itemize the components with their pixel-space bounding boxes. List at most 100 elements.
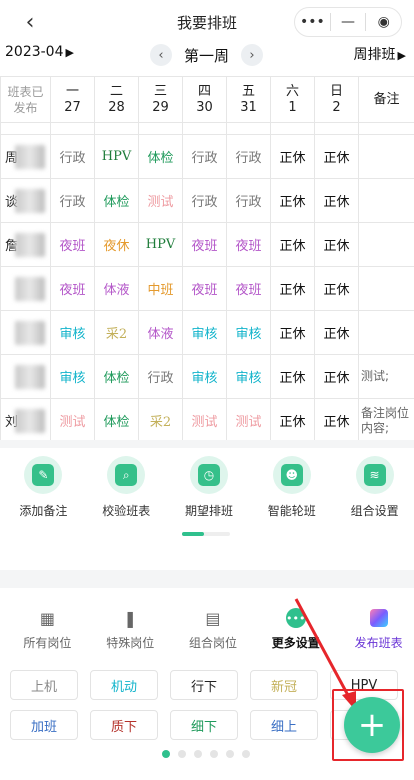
shift-cell[interactable]: 采2 [94,310,139,355]
category-tab-ticket[interactable]: ▤ 组合岗位 [178,608,249,652]
shift-cell[interactable]: 正休 [270,134,315,179]
shift-cell[interactable]: 夜休 [94,222,139,267]
shift-cell[interactable]: 正休 [314,134,359,179]
category-tab-bookmark[interactable]: ❚ 特殊岗位 [95,608,166,652]
shift-cell[interactable]: 行政 [182,134,227,179]
shift-cell[interactable]: 行政 [50,178,95,223]
shift-cell[interactable]: 正休 [270,222,315,267]
minimize-icon[interactable]: — [331,8,366,36]
shift-cell[interactable]: 测试 [226,398,271,443]
shift-chip[interactable]: 行下 [170,670,238,700]
shift-cell[interactable]: 正休 [270,310,315,355]
shift-cell[interactable]: 体检 [138,134,183,179]
shift-cell[interactable]: 行政 [226,134,271,179]
note-cell[interactable]: 测试; [358,354,414,399]
page-dot[interactable] [226,750,234,758]
shift-cell[interactable]: 审核 [182,354,227,399]
shift-cell[interactable]: 行政 [182,178,227,223]
shift-cell[interactable]: 正休 [270,178,315,223]
add-fab-button[interactable]: + [344,697,400,753]
shift-cell[interactable]: 体液 [94,266,139,311]
shift-cell[interactable]: 正休 [314,222,359,267]
shift-chip[interactable]: 质下 [90,710,158,740]
shift-cell[interactable]: 体检 [94,354,139,399]
note-cell[interactable]: 备注岗位内容; [358,398,414,443]
shift-cell[interactable]: 正休 [314,310,359,355]
bookmark-icon: ❚ [123,608,137,628]
shift-chip[interactable]: 上机 [10,670,78,700]
staff-name-cell[interactable] [0,354,51,399]
shift-cell[interactable]: 测试 [50,398,95,443]
staff-name-cell[interactable]: 刘 [0,398,51,443]
shift-cell[interactable]: 中班 [138,266,183,311]
prev-week-button[interactable]: ‹ [150,44,172,66]
shift-cell[interactable]: 体检 [94,178,139,223]
shift-cell[interactable]: HPV [94,134,139,179]
table-row: 詹夜班 夜休 HPV 夜班 夜班 正休 正休 [0,222,414,267]
tool-label: 校验班表 [102,504,151,518]
note-cell[interactable] [358,178,414,223]
shift-cell[interactable]: 审核 [226,354,271,399]
tool-calendar-clock-button[interactable]: ◷ 期望排班 [170,452,249,532]
shift-cell[interactable]: 行政 [50,134,95,179]
shift-cell[interactable]: 夜班 [226,222,271,267]
page-dot[interactable] [194,750,202,758]
shift-cell[interactable]: HPV [138,222,183,267]
page-dot[interactable] [162,750,170,758]
note-cell[interactable] [358,310,414,355]
staff-name-cell[interactable]: 周 [0,134,51,179]
shift-cell[interactable]: 体检 [94,398,139,443]
page-dot[interactable] [210,750,218,758]
tool-robot-button[interactable]: ☻ 智能轮班 [252,452,331,532]
shift-cell[interactable]: 夜班 [50,222,95,267]
month-selector[interactable]: 2023-04 ▶ [5,44,74,60]
shift-cell[interactable]: 测试 [138,178,183,223]
shift-cell[interactable]: 正休 [314,178,359,223]
shift-cell[interactable]: 夜班 [50,266,95,311]
next-week-button[interactable]: › [241,44,264,66]
staff-name-cell[interactable] [0,310,51,355]
shift-cell[interactable]: 审核 [50,310,95,355]
shift-cell[interactable]: 审核 [50,354,95,399]
shift-chip[interactable]: 加班 [10,710,78,740]
month-label: 2023-04 [5,44,64,60]
category-tab-grid[interactable]: ▦ 所有岗位 [12,608,83,652]
mode-label: 周排班 [353,47,396,63]
shift-cell[interactable]: 行政 [226,178,271,223]
staff-name-cell[interactable]: 詹 [0,222,51,267]
note-cell[interactable] [358,266,414,311]
shift-cell[interactable]: 审核 [182,310,227,355]
shift-cell[interactable]: 审核 [226,310,271,355]
shift-cell[interactable]: 正休 [270,266,315,311]
shift-cell[interactable]: 行政 [138,354,183,399]
note-cell[interactable] [358,134,414,179]
blurred-name [15,189,45,213]
tool-search-doc-button[interactable]: ⌕ 校验班表 [87,452,166,532]
shift-cell[interactable]: 体液 [138,310,183,355]
tool-note-edit-button[interactable]: ✎ 添加备注 [4,452,83,532]
date-label: 1 [288,99,297,115]
shift-cell[interactable]: 正休 [270,354,315,399]
tool-layers-button[interactable]: ≋ 组合设置 [335,452,414,532]
mode-selector[interactable]: 周排班 ▶ [354,44,406,64]
page-dot[interactable] [242,750,250,758]
day-column-header: 二 28 [94,76,139,123]
shift-cell[interactable]: 夜班 [182,266,227,311]
shift-cell[interactable]: 正休 [314,266,359,311]
close-icon[interactable]: ◉ [366,8,401,36]
page-dot[interactable] [178,750,186,758]
shift-cell[interactable]: 测试 [182,398,227,443]
shift-chip[interactable]: 机动 [90,670,158,700]
shift-cell[interactable]: 采2 [138,398,183,443]
shift-cell[interactable]: 夜班 [182,222,227,267]
note-cell[interactable] [358,222,414,267]
shift-chip[interactable]: 细下 [170,710,238,740]
shift-cell[interactable]: 正休 [270,398,315,443]
shift-cell[interactable]: 正休 [314,354,359,399]
more-dots-icon[interactable]: ••• [295,8,330,36]
shift-cell[interactable]: 夜班 [226,266,271,311]
back-icon[interactable]: ‹ [16,8,44,36]
shift-cell[interactable]: 正休 [314,398,359,443]
staff-name-cell[interactable]: 谈 [0,178,51,223]
staff-name-cell[interactable] [0,266,51,311]
